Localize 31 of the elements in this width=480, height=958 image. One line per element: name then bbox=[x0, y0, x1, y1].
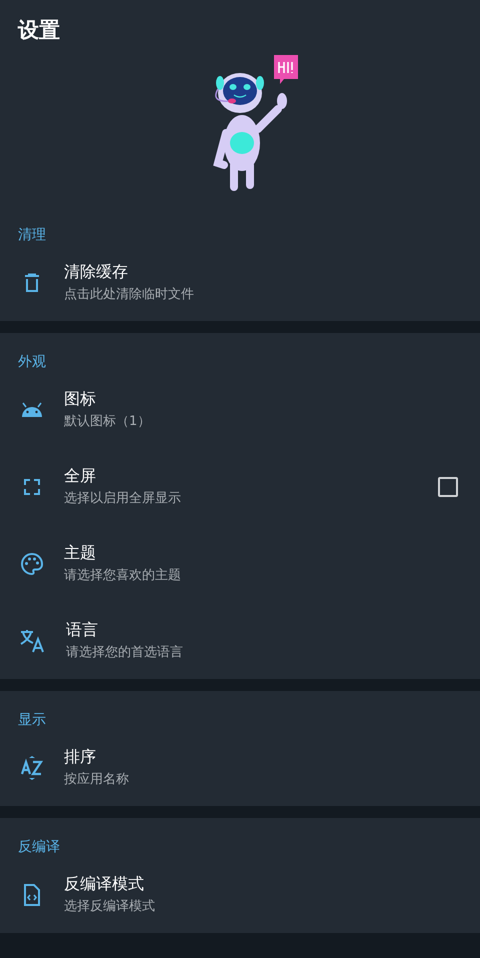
settings-item[interactable]: 清除缓存 点击此处清除临时文件 bbox=[0, 244, 480, 321]
checkbox[interactable] bbox=[438, 476, 458, 496]
item-title: 排序 bbox=[64, 747, 96, 768]
item-title: 反编译模式 bbox=[64, 874, 144, 895]
settings-item[interactable]: 图标 默认图标（1） bbox=[0, 371, 480, 448]
item-subtitle: 请选择您喜欢的主题 bbox=[64, 567, 181, 584]
item-title: 主题 bbox=[64, 543, 96, 564]
section-header: 反编译 bbox=[17, 838, 60, 856]
settings-item[interactable]: 排序 按应用名称 bbox=[0, 729, 480, 806]
item-title: 清除缓存 bbox=[64, 262, 128, 283]
translate-icon bbox=[20, 628, 46, 652]
android-icon bbox=[20, 402, 44, 418]
settings-item[interactable]: 主题 请选择您喜欢的主题 bbox=[0, 525, 480, 602]
item-subtitle: 请选择您的首选语言 bbox=[66, 644, 183, 661]
item-title: 语言 bbox=[66, 620, 98, 641]
sort-icon bbox=[20, 754, 44, 780]
item-title: 图标 bbox=[64, 389, 96, 410]
settings-item[interactable]: 语言 请选择您的首选语言 bbox=[0, 602, 480, 679]
item-subtitle: 按应用名称 bbox=[64, 771, 129, 788]
section-header: 显示 bbox=[17, 711, 46, 729]
section-header: 外观 bbox=[17, 353, 46, 371]
item-subtitle: 默认图标（1） bbox=[64, 413, 150, 430]
page-title: 设置 bbox=[16, 17, 60, 40]
settings-item[interactable]: 反编译模式 选择反编译模式 bbox=[0, 856, 480, 933]
item-subtitle: 点击此处清除临时文件 bbox=[64, 286, 194, 303]
palette-icon bbox=[20, 552, 44, 576]
item-title: 全屏 bbox=[64, 466, 96, 487]
settings-item[interactable]: 全屏 选择以启用全屏显示 bbox=[0, 448, 480, 525]
item-subtitle: 选择以启用全屏显示 bbox=[64, 490, 181, 507]
item-subtitle: 选择反编译模式 bbox=[64, 898, 155, 915]
section-header: 清理 bbox=[17, 226, 46, 244]
